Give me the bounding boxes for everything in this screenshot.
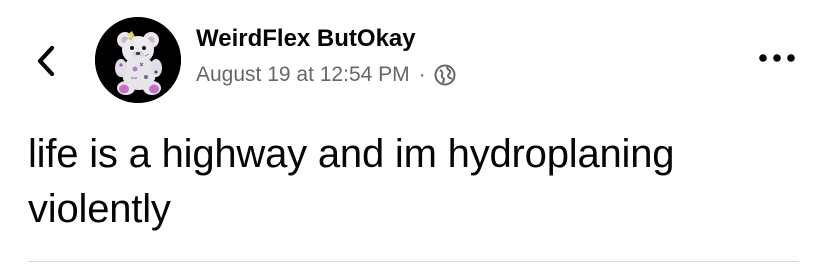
globe-icon bbox=[434, 64, 456, 86]
author-name[interactable]: WeirdFlex ButOkay bbox=[196, 24, 416, 54]
post-text: life is a highway and im hydroplaning vi… bbox=[28, 132, 675, 231]
timestamp[interactable]: August 19 at 12:54 PM bbox=[196, 60, 410, 90]
post-meta: August 19 at 12:54 PM · bbox=[196, 60, 456, 90]
meta-separator: · bbox=[418, 63, 426, 86]
more-horizontal-icon bbox=[759, 54, 795, 62]
teddy-bear-avatar bbox=[95, 17, 181, 103]
more-options-button[interactable] bbox=[755, 46, 799, 70]
divider bbox=[28, 261, 799, 262]
chevron-left-icon bbox=[37, 45, 55, 77]
avatar[interactable] bbox=[95, 17, 181, 103]
back-button[interactable] bbox=[32, 43, 60, 79]
